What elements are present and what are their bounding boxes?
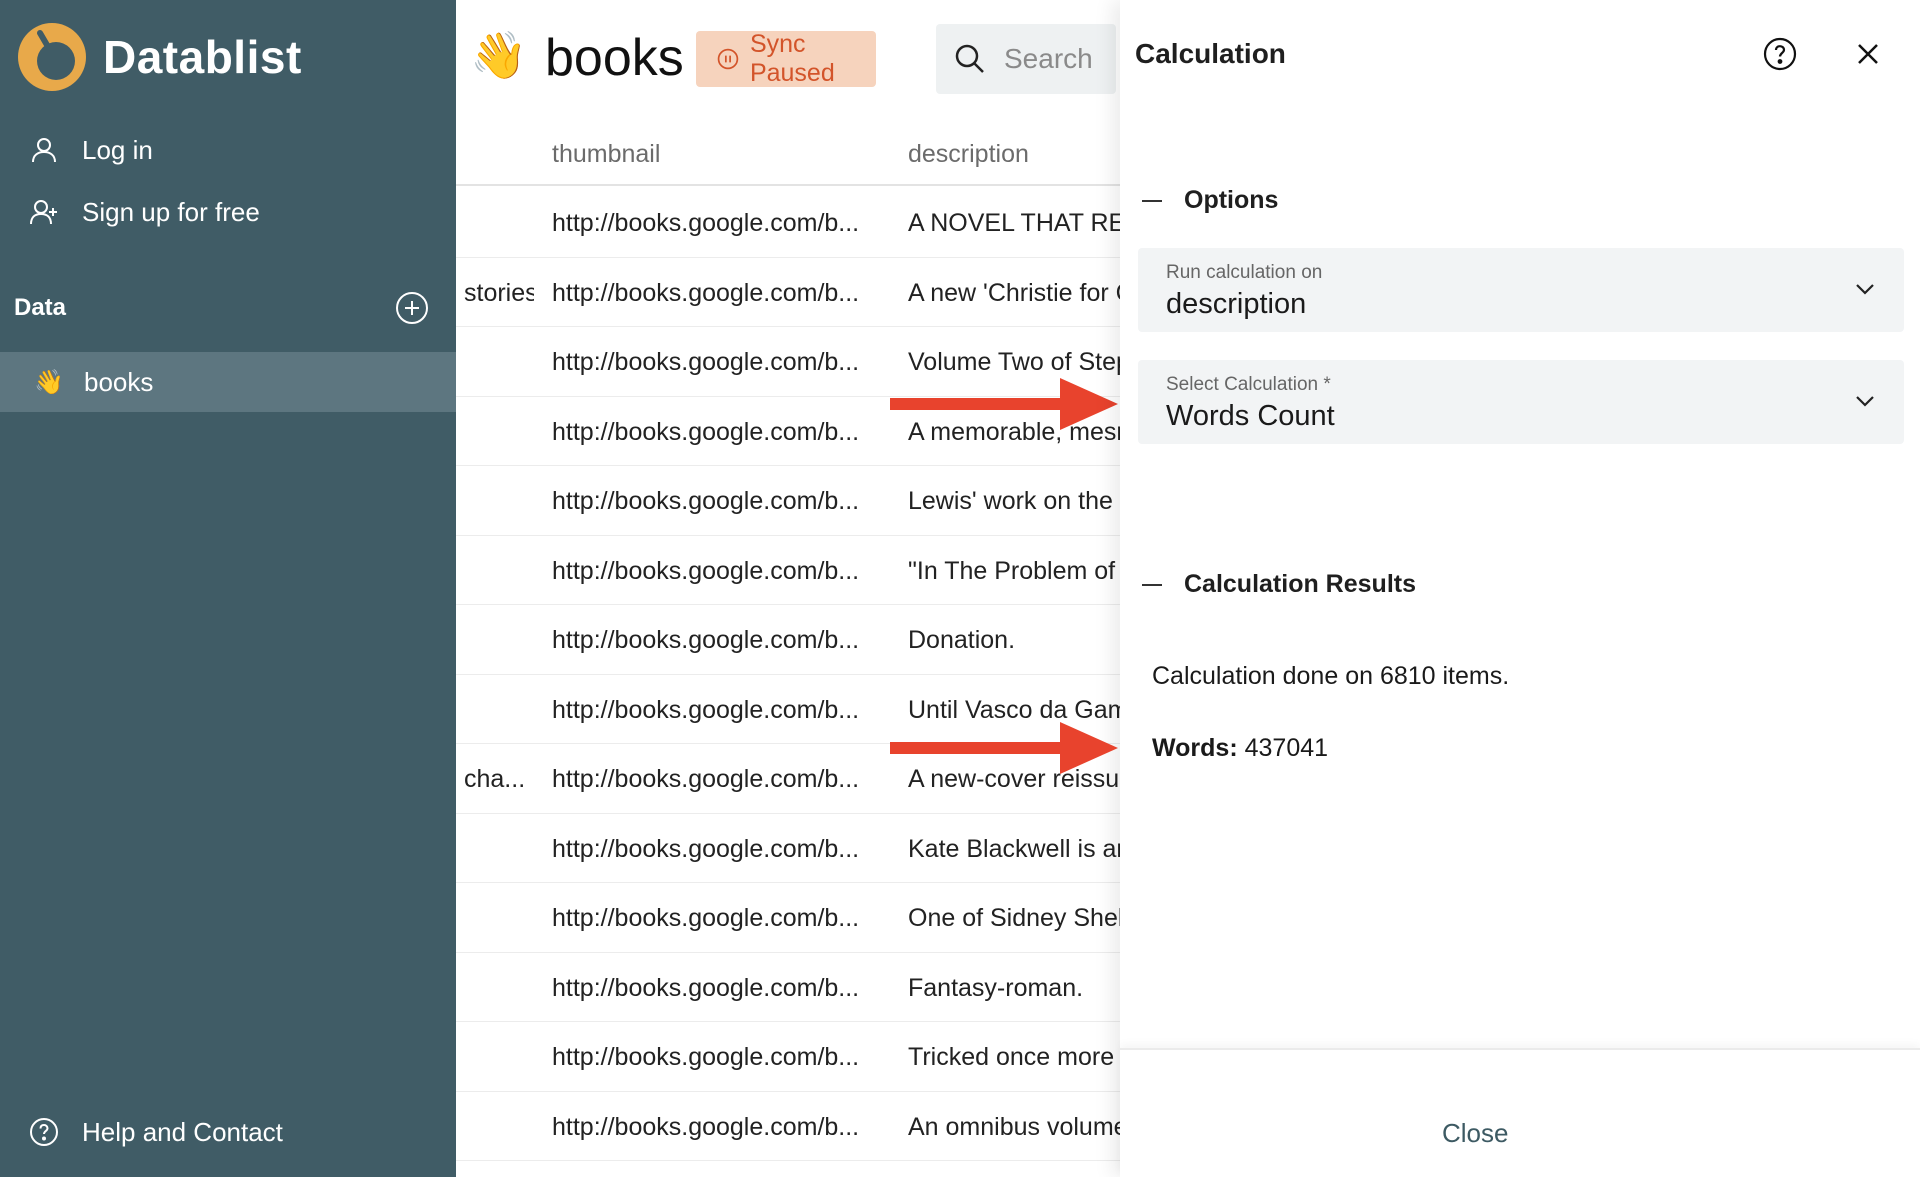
select-calculation-value: Words Count bbox=[1166, 400, 1335, 432]
table-cell: stories bbox=[464, 278, 534, 307]
search-icon bbox=[955, 44, 984, 73]
sync-paused-button[interactable]: Sync Paused bbox=[696, 30, 876, 87]
table-cell-thumbnail: http://books.google.com/b... bbox=[552, 348, 860, 376]
signup-link[interactable]: Sign up for free bbox=[28, 196, 260, 228]
pause-circle-icon bbox=[717, 48, 739, 70]
table-cell-description: One of Sidney Shelc bbox=[908, 904, 1120, 932]
table-cell-thumbnail: http://books.google.com/b... bbox=[552, 834, 860, 863]
collection-header: 👋 books Sync Paused bbox=[456, 0, 1120, 118]
table-row[interactable]: http://books.google.com/b... One of Sidne… bbox=[456, 883, 1120, 953]
table-row[interactable]: http://books.google.com/b... Lewis' work … bbox=[456, 466, 1120, 536]
table-cell-description: Kate Blackwell is an bbox=[908, 834, 1120, 863]
table-cell-description: A NOVEL THAT REA bbox=[908, 209, 1120, 237]
column-header-thumbnail[interactable]: thumbnail bbox=[552, 140, 892, 169]
words-label: Words: bbox=[1152, 734, 1238, 762]
brand-name: Datablist bbox=[103, 31, 302, 83]
options-label: Options bbox=[1184, 186, 1279, 214]
sync-label: Sync Paused bbox=[749, 30, 835, 87]
close-icon[interactable] bbox=[1852, 38, 1884, 70]
close-button[interactable]: Close bbox=[1442, 1118, 1508, 1149]
help-contact-link[interactable]: Help and Contact bbox=[28, 1116, 283, 1148]
table-cell-description: Fantasy-roman. bbox=[908, 973, 1084, 1002]
sidebar-item-books[interactable]: 👋 books bbox=[0, 352, 456, 412]
search-box[interactable] bbox=[936, 24, 1116, 94]
table-cell: cha... bbox=[464, 765, 526, 793]
table-cell-thumbnail: http://books.google.com/b... bbox=[552, 278, 860, 307]
table-row[interactable]: http://books.google.com/b... Kate Blackwe… bbox=[456, 814, 1120, 883]
search-input[interactable] bbox=[1004, 43, 1104, 75]
datablist-logo-icon bbox=[18, 23, 86, 91]
table-cell-thumbnail: http://books.google.com/b... bbox=[552, 973, 860, 1002]
words-value: 437041 bbox=[1244, 734, 1329, 762]
collection-emoji-icon: 👋 bbox=[470, 29, 528, 81]
user-plus-icon bbox=[30, 200, 57, 225]
run-calculation-on-value: description bbox=[1166, 288, 1307, 320]
table-row[interactable]: stories http://books.google.com/b... A new… bbox=[456, 258, 1120, 327]
options-section-toggle[interactable]: Options bbox=[1142, 186, 1278, 215]
question-circle-icon bbox=[30, 1118, 58, 1146]
data-section-header: Data bbox=[14, 288, 430, 328]
calculation-panel: Calculation Options Run calculation on d… bbox=[1120, 0, 1920, 1177]
table-body: http://books.google.com/b... A NOVEL THAT… bbox=[456, 188, 1120, 1161]
table-cell-thumbnail: http://books.google.com/b... bbox=[552, 765, 860, 793]
collapse-icon bbox=[1142, 199, 1162, 202]
results-label: Calculation Results bbox=[1184, 570, 1416, 598]
run-calculation-on-select[interactable]: Run calculation on description bbox=[1138, 248, 1904, 332]
table-row[interactable]: http://books.google.com/b... Fantasy-roma… bbox=[456, 953, 1120, 1022]
run-calculation-on-label: Run calculation on bbox=[1166, 262, 1323, 283]
select-calculation-label: Select Calculation * bbox=[1166, 374, 1331, 395]
table-cell-description: An omnibus volume bbox=[908, 1112, 1120, 1141]
collection-view: 👋 books Sync Paused thumbnail descriptio… bbox=[456, 0, 1120, 1177]
table-row[interactable]: http://books.google.com/b... "In The Prob… bbox=[456, 536, 1120, 605]
sidebar: Datablist Log in Sign up for free Data 👋… bbox=[0, 0, 456, 1177]
panel-title: Calculation bbox=[1135, 38, 1286, 69]
select-calculation-select[interactable]: Select Calculation * Words Count bbox=[1138, 360, 1904, 444]
user-icon bbox=[32, 138, 56, 163]
add-collection-icon[interactable] bbox=[394, 290, 430, 326]
table-cell-thumbnail: http://books.google.com/b... bbox=[552, 1112, 860, 1141]
table-cell-description: Volume Two of Step bbox=[908, 348, 1120, 376]
table-cell-thumbnail: http://books.google.com/b... bbox=[552, 626, 860, 654]
table-header: thumbnail description bbox=[456, 128, 1120, 186]
table-row[interactable]: http://books.google.com/b... A NOVEL THAT… bbox=[456, 188, 1120, 258]
chevron-down-icon bbox=[1856, 396, 1874, 407]
chevron-down-icon bbox=[1856, 284, 1874, 295]
help-icon[interactable] bbox=[1762, 36, 1798, 72]
sidebar-item-label: books bbox=[84, 366, 154, 397]
table-cell-thumbnail: http://books.google.com/b... bbox=[552, 695, 860, 724]
table-row[interactable]: http://books.google.com/b... Donation. bbox=[456, 605, 1120, 675]
table-cell-description: A new 'Christie for C bbox=[908, 278, 1120, 307]
annotation-arrow-icon bbox=[890, 378, 1118, 430]
annotation-arrow-icon bbox=[890, 722, 1118, 774]
column-header-description[interactable]: description bbox=[908, 140, 1120, 169]
table-cell-description: "In The Problem of bbox=[908, 556, 1116, 585]
table-row[interactable]: http://books.google.com/b... Tricked once… bbox=[456, 1022, 1120, 1092]
table-cell-description: Lewis' work on the bbox=[908, 487, 1113, 515]
results-section-toggle[interactable]: Calculation Results bbox=[1142, 570, 1416, 599]
signup-label: Sign up for free bbox=[82, 196, 260, 227]
calculation-result-summary: Calculation done on 6810 items. bbox=[1152, 662, 1510, 690]
table-cell-thumbnail: http://books.google.com/b... bbox=[552, 904, 860, 932]
login-link[interactable]: Log in bbox=[28, 134, 153, 166]
words-count-result: Words: 437041 bbox=[1152, 734, 1328, 763]
table-cell-description: Tricked once more bbox=[908, 1043, 1115, 1071]
table-cell-thumbnail: http://books.google.com/b... bbox=[552, 1043, 860, 1071]
login-label: Log in bbox=[82, 134, 153, 165]
table-cell-thumbnail: http://books.google.com/b... bbox=[552, 556, 860, 585]
table-cell-thumbnail: http://books.google.com/b... bbox=[552, 487, 860, 515]
brand[interactable]: Datablist bbox=[16, 20, 302, 94]
panel-footer bbox=[1120, 1048, 1920, 1177]
help-label: Help and Contact bbox=[82, 1116, 283, 1147]
data-section-title: Data bbox=[14, 294, 67, 321]
collapse-icon bbox=[1142, 583, 1162, 586]
table-cell-thumbnail: http://books.google.com/b... bbox=[552, 209, 860, 237]
table-cell-description: Donation. bbox=[908, 626, 1016, 654]
table-row[interactable]: http://books.google.com/b... An omnibus v… bbox=[456, 1092, 1120, 1161]
collection-title[interactable]: books bbox=[545, 28, 684, 88]
table-cell-thumbnail: http://books.google.com/b... bbox=[552, 417, 860, 446]
wave-emoji-icon: 👋 bbox=[34, 368, 64, 396]
